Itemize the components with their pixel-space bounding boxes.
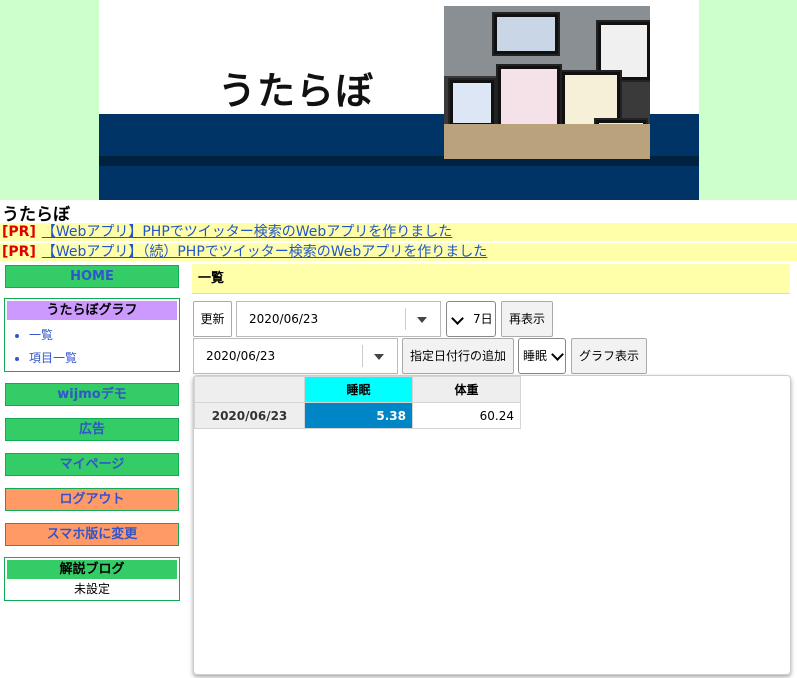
add-date-combo-value: 2020/06/23 <box>206 349 276 363</box>
grid-cell[interactable]: 5.38 <box>304 402 413 429</box>
grid-header-row: 睡眠 体重 <box>194 376 521 403</box>
pr-line: [PR] 【Webアプリ】（続）PHPでツイッター検索のWebアプリを作りました <box>0 243 797 261</box>
pr-link[interactable]: 【Webアプリ】PHPでツイッター検索のWebアプリを作りました <box>42 224 452 240</box>
refresh-button[interactable]: 更新 <box>193 301 232 337</box>
data-grid[interactable]: 睡眠 体重 2020/06/23 5.38 60.24 <box>193 375 791 675</box>
date-combo[interactable]: 2020/06/23 <box>236 301 441 337</box>
sidebar-ads-button[interactable]: 広告 <box>5 418 179 441</box>
pr-line: [PR] 【Webアプリ】PHPでツイッター検索のWebアプリを作りました <box>0 223 797 241</box>
page-title: 一覧 <box>192 264 790 294</box>
date-combo-value: 2020/06/23 <box>249 312 319 326</box>
sidebar-blog-box: 解説ブログ 未設定 <box>4 557 180 601</box>
sidebar-wijmo-button[interactable]: wijmoデモ <box>5 383 179 406</box>
table-row: 2020/06/23 5.38 60.24 <box>194 402 521 429</box>
chevron-down-icon[interactable] <box>374 354 384 360</box>
column-header[interactable]: 体重 <box>412 376 521 403</box>
add-date-combo[interactable]: 2020/06/23 <box>193 338 398 374</box>
pr-tag: [PR] <box>2 224 36 240</box>
pr-link[interactable]: 【Webアプリ】（続）PHPでツイッター検索のWebアプリを作りました <box>42 244 487 260</box>
redisplay-button[interactable]: 再表示 <box>501 301 553 337</box>
chevron-down-icon <box>451 312 464 325</box>
sidebar-smartphone-button[interactable]: スマホ版に変更 <box>5 523 179 546</box>
banner-logo: うたらぼ <box>218 69 375 113</box>
grid-corner <box>194 376 305 403</box>
sidebar-logout-button[interactable]: ログアウト <box>5 488 179 511</box>
pr-tag: [PR] <box>2 244 36 260</box>
add-row-button[interactable]: 指定日付行の追加 <box>402 338 514 374</box>
item-select[interactable]: 睡眠 <box>518 338 566 374</box>
site-title: うたらぼ <box>2 205 70 225</box>
banner-image: うたらぼ <box>99 0 699 200</box>
range-select[interactable]: 7日 <box>446 301 496 337</box>
sidebar-mypage-button[interactable]: マイページ <box>5 453 179 476</box>
sidebar-graph-title: うたらぼグラフ <box>7 301 177 320</box>
banner-area: うたらぼ <box>0 0 797 200</box>
sidebar-item-list[interactable]: 一覧 <box>29 324 179 347</box>
banner-photo <box>444 6 650 159</box>
item-select-value: 睡眠 <box>523 349 548 363</box>
sidebar-blog-value: 未設定 <box>73 582 110 596</box>
sidebar-home-button[interactable]: HOME <box>5 265 179 288</box>
range-select-value: 7日 <box>473 312 493 326</box>
graph-button[interactable]: グラフ表示 <box>571 338 647 374</box>
sidebar-item-items[interactable]: 項目一覧 <box>29 347 179 370</box>
row-header-date[interactable]: 2020/06/23 <box>194 402 305 429</box>
chevron-down-icon <box>551 348 564 361</box>
grid-cell[interactable]: 60.24 <box>412 402 521 429</box>
sidebar-blog-title: 解説ブログ <box>7 560 177 579</box>
chevron-down-icon[interactable] <box>417 317 427 323</box>
sidebar-graph-box: うたらぼグラフ 一覧 項目一覧 <box>4 298 180 372</box>
column-header[interactable]: 睡眠 <box>304 376 413 403</box>
